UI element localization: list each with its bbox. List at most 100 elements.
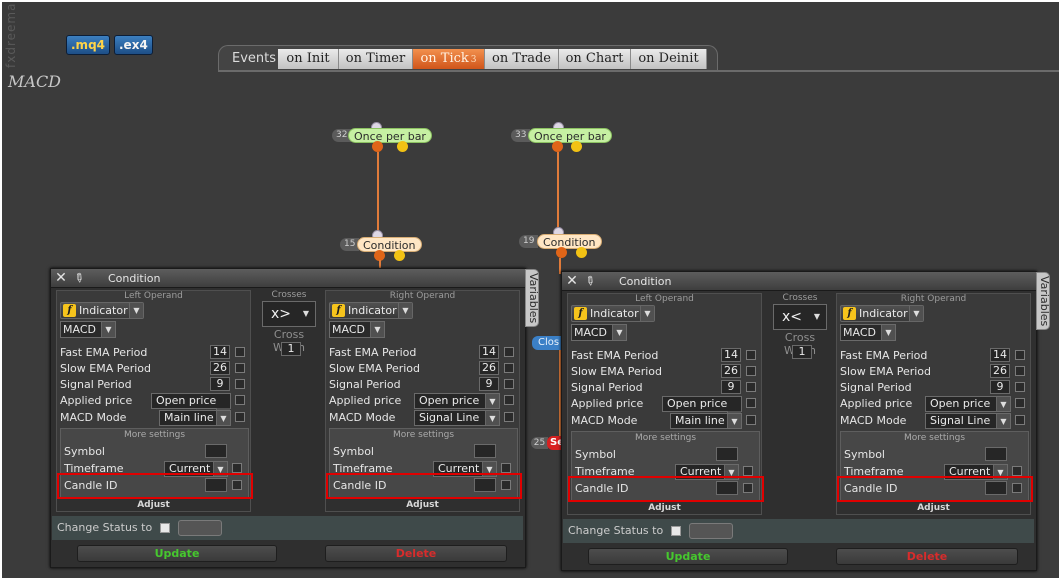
param-input[interactable]: 14 — [210, 345, 230, 359]
indicator-button[interactable]: f Indicator ▼ — [329, 302, 413, 319]
param-checkbox[interactable] — [235, 379, 245, 389]
chevron-down-icon[interactable]: ▼ — [727, 414, 741, 428]
output-port[interactable] — [397, 141, 408, 152]
chevron-down-icon[interactable]: ▼ — [398, 303, 412, 318]
update-button[interactable]: Update — [588, 548, 788, 565]
param-checkbox[interactable] — [504, 363, 514, 373]
param-checkbox[interactable] — [746, 415, 756, 425]
chevron-down-icon[interactable]: ▼ — [129, 303, 143, 318]
param-checkbox[interactable] — [235, 347, 245, 357]
param-checkbox[interactable] — [504, 395, 514, 405]
param-checkbox[interactable] — [1015, 398, 1025, 408]
candle-id-input[interactable] — [985, 481, 1007, 495]
applied-price-select[interactable]: Open price ▼ — [662, 396, 742, 425]
indicator-select[interactable]: MACD ▼ — [329, 321, 385, 338]
param-input[interactable]: 26 — [210, 361, 230, 375]
condition-block[interactable]: Condition — [537, 234, 602, 249]
indicator-button[interactable]: f Indicator ▼ — [571, 305, 655, 322]
delete-button[interactable]: Delete — [325, 545, 507, 562]
change-status-select[interactable] — [689, 523, 733, 539]
param-checkbox[interactable] — [232, 480, 242, 490]
param-input[interactable]: 9 — [210, 377, 230, 391]
param-checkbox[interactable] — [743, 483, 753, 493]
param-input[interactable]: 9 — [721, 380, 741, 394]
tab-on-tick[interactable]: on Tick 3 — [413, 49, 485, 69]
param-input[interactable]: 26 — [990, 364, 1010, 378]
param-checkbox[interactable] — [1015, 350, 1025, 360]
tab-on-trade[interactable]: on Trade — [485, 49, 559, 69]
output-port[interactable] — [556, 247, 567, 258]
param-checkbox[interactable] — [746, 398, 756, 408]
more-settings-title[interactable]: More settings — [61, 430, 248, 441]
param-checkbox[interactable] — [743, 466, 753, 476]
chevron-down-icon[interactable]: ▼ — [370, 322, 384, 337]
macd-mode-select[interactable]: Main line ▼ — [159, 410, 231, 426]
output-port[interactable] — [576, 247, 587, 258]
param-input[interactable]: 14 — [721, 348, 741, 362]
cross-operator-select[interactable]: x> ▼ — [262, 301, 316, 327]
symbol-input[interactable] — [985, 447, 1007, 461]
param-input[interactable]: 26 — [721, 364, 741, 378]
chevron-down-icon[interactable]: ▼ — [485, 394, 499, 408]
param-checkbox[interactable] — [504, 379, 514, 389]
chevron-down-icon[interactable]: ▼ — [881, 325, 895, 340]
output-port[interactable] — [394, 250, 405, 261]
panel-titlebar[interactable]: ✕ ✎ Condition — [51, 269, 525, 288]
chevron-down-icon[interactable]: ▼ — [612, 325, 626, 340]
param-input[interactable]: 26 — [479, 361, 499, 375]
symbol-input[interactable] — [716, 447, 738, 461]
adjust-button[interactable]: Adjust — [568, 502, 761, 514]
chevron-down-icon[interactable]: ▼ — [996, 397, 1010, 411]
param-checkbox[interactable] — [1015, 366, 1025, 376]
more-settings-title[interactable]: More settings — [330, 430, 517, 441]
cross-width-input[interactable]: 1 — [281, 342, 301, 356]
tab-on-chart[interactable]: on Chart — [559, 49, 631, 69]
param-checkbox[interactable] — [235, 395, 245, 405]
change-status-select[interactable] — [178, 520, 222, 536]
candle-id-input[interactable] — [474, 478, 496, 492]
update-button[interactable]: Update — [77, 545, 277, 562]
param-checkbox[interactable] — [746, 366, 756, 376]
output-port[interactable] — [552, 141, 563, 152]
indicator-select[interactable]: MACD ▼ — [840, 324, 896, 341]
candle-id-input[interactable] — [716, 481, 738, 495]
pin-icon[interactable]: ✎ — [68, 267, 91, 290]
symbol-input[interactable] — [474, 444, 496, 458]
indicator-button[interactable]: f Indicator ▼ — [60, 302, 144, 319]
param-checkbox[interactable] — [1012, 483, 1022, 493]
more-settings-title[interactable]: More settings — [841, 433, 1028, 444]
param-input[interactable]: 14 — [990, 348, 1010, 362]
macd-mode-select[interactable]: Signal Line ▼ — [414, 410, 500, 426]
adjust-button[interactable]: Adjust — [837, 502, 1030, 514]
project-canvas[interactable]: fxdreema .mq4 .ex4 MACD Events on Init o… — [2, 2, 1059, 578]
param-checkbox[interactable] — [501, 480, 511, 490]
param-checkbox[interactable] — [746, 382, 756, 392]
applied-price-select[interactable]: Open price ▼ — [925, 396, 1011, 412]
mq4-button[interactable]: .mq4 — [66, 35, 111, 55]
macd-mode-select[interactable]: Signal Line ▼ — [925, 413, 1011, 429]
output-port[interactable] — [571, 141, 582, 152]
indicator-button[interactable]: f Indicator ▼ — [840, 305, 924, 322]
chevron-down-icon[interactable]: ▼ — [909, 306, 923, 321]
chevron-down-icon[interactable]: ▼ — [996, 414, 1010, 428]
indicator-select[interactable]: MACD ▼ — [60, 321, 116, 338]
cross-operator-select[interactable]: x< ▼ — [773, 304, 827, 330]
chevron-down-icon[interactable]: ▼ — [640, 306, 654, 321]
macd-mode-select[interactable]: Main line ▼ — [670, 413, 742, 429]
cross-width-input[interactable]: 1 — [792, 345, 812, 359]
ex4-button[interactable]: .ex4 — [114, 35, 153, 55]
param-checkbox[interactable] — [1015, 382, 1025, 392]
param-checkbox[interactable] — [504, 412, 514, 422]
chevron-down-icon[interactable]: ▼ — [216, 411, 230, 425]
adjust-button[interactable]: Adjust — [57, 499, 250, 511]
pin-icon[interactable]: ✎ — [579, 270, 602, 293]
param-input[interactable]: 9 — [479, 377, 499, 391]
delete-button[interactable]: Delete — [836, 548, 1018, 565]
candle-id-input[interactable] — [205, 478, 227, 492]
close-icon[interactable]: ✕ — [54, 270, 68, 286]
applied-price-select[interactable]: Open price ▼ — [414, 393, 500, 409]
param-input[interactable]: 9 — [990, 380, 1010, 394]
param-checkbox[interactable] — [1015, 415, 1025, 425]
variables-tab[interactable]: Variables — [525, 269, 540, 327]
param-checkbox[interactable] — [235, 363, 245, 373]
